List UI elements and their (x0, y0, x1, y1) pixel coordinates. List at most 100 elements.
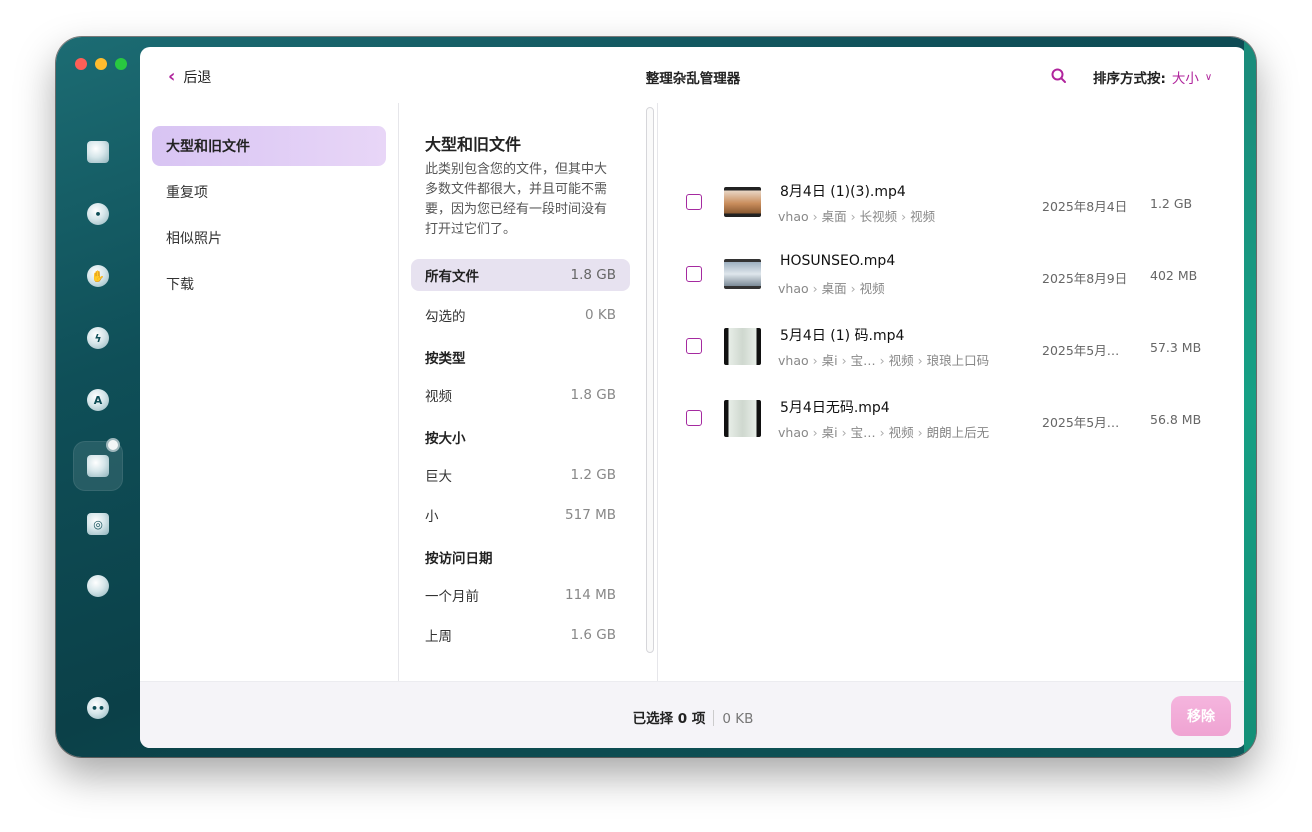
filter-checked[interactable]: 勾选的 0 KB (411, 299, 630, 331)
notification-dot (106, 438, 120, 452)
filter-label: 勾选的 (425, 309, 466, 325)
file-name: 5月4日 (1) 码.mp4 (780, 328, 905, 344)
filter-small[interactable]: 小 517 MB (411, 499, 630, 531)
filter-last-week[interactable]: 上周 1.6 GB (411, 619, 630, 651)
file-row[interactable]: 8月4日 (1)(3).mp4 vhao › 桌面 › 长视频 › 视频 2025年8月4日… (659, 166, 1246, 238)
filter-size: 1.2 GB (570, 467, 616, 483)
zoom-window-button[interactable] (115, 58, 127, 70)
filter-label: 一个月前 (425, 589, 479, 605)
cloud-icon (87, 575, 109, 597)
sidebar-item-system-junk[interactable] (73, 127, 123, 177)
file-name: 8月4日 (1)(3).mp4 (780, 184, 906, 200)
back-button[interactable]: ‹ 后退 (168, 67, 211, 87)
file-row[interactable]: HOSUNSEO.mp4 vhao › 桌面 › 视频 2025年8月9日 402 MB (659, 238, 1246, 310)
video-thumbnail (724, 187, 761, 217)
app-window: • ✋ ϟ A ◎ •• ‹ 后退 整理杂乱管理器 排序方式按: 大小 ∨ 大型… (56, 37, 1256, 757)
sort-dropdown[interactable]: 排序方式按: 大小 ∨ (1093, 67, 1212, 87)
applications-icon: A (87, 389, 109, 411)
sidebar-item-space-lens[interactable]: ◎ (73, 499, 123, 549)
category-label: 相似照片 (166, 231, 222, 247)
window-controls (75, 58, 127, 70)
remove-button[interactable]: 移除 (1171, 696, 1231, 736)
assistant-icon: •• (87, 697, 109, 719)
selected-count: 已选择 0 项 (632, 711, 706, 727)
close-window-button[interactable] (75, 58, 87, 70)
file-path: vhao › 桌面 › 视频 (778, 281, 885, 296)
sidebar-item-cloud[interactable] (73, 561, 123, 611)
bottom-bar: 已选择 0 项 0 KB 移除 (140, 681, 1246, 748)
selection-summary: 已选择 0 项 0 KB (140, 707, 1246, 727)
file-checkbox[interactable] (686, 410, 702, 426)
filter-all-files[interactable]: 所有文件 1.8 GB (411, 259, 630, 291)
file-date: 2025年8月4日 (1042, 199, 1128, 214)
file-row[interactable]: 5月4日无码.mp4 vhao › 桌i › 宝… › 视频 › 朗朗上后无 2025年5月… … (659, 382, 1246, 454)
category-label: 重复项 (166, 185, 208, 201)
file-name: 5月4日无码.mp4 (780, 400, 890, 416)
filter-size: 517 MB (565, 507, 616, 523)
video-thumbnail (724, 400, 761, 437)
file-path: vhao › 桌面 › 长视频 › 视频 (778, 209, 936, 224)
sidebar-item-protection[interactable]: • (73, 189, 123, 239)
chevron-down-icon: ∨ (1204, 71, 1213, 83)
file-size: 57.3 MB (1150, 340, 1202, 355)
speed-bolt-icon: ϟ (87, 327, 109, 349)
sidebar-item-clutter[interactable] (73, 438, 123, 491)
filter-scrollbar[interactable] (646, 107, 654, 653)
minimize-window-button[interactable] (95, 58, 107, 70)
file-checkbox[interactable] (686, 338, 702, 354)
file-date: 2025年5月… (1042, 415, 1120, 430)
sort-value: 大小 (1171, 71, 1199, 87)
back-label: 后退 (183, 70, 212, 86)
file-name: HOSUNSEO.mp4 (780, 253, 896, 269)
filter-huge[interactable]: 巨大 1.2 GB (411, 459, 630, 491)
file-path: vhao › 桌i › 宝… › 视频 › 朗朗上后无 (778, 425, 990, 440)
filter-heading-access: 按访问日期 (425, 551, 493, 567)
file-date: 2025年5月… (1042, 343, 1120, 358)
category-list: 大型和旧文件 重复项 相似照片 下载 (140, 103, 399, 681)
filter-label: 视频 (425, 389, 452, 405)
category-downloads[interactable]: 下载 (152, 264, 386, 304)
file-checkbox[interactable] (686, 266, 702, 282)
video-thumbnail (724, 328, 761, 365)
category-similar-photos[interactable]: 相似照片 (152, 218, 386, 258)
top-bar: ‹ 后退 整理杂乱管理器 排序方式按: 大小 ∨ (140, 47, 1246, 103)
filter-label: 所有文件 (425, 269, 479, 285)
page-title: 整理杂乱管理器 (645, 71, 741, 87)
filter-size: 0 KB (585, 307, 616, 323)
sidebar-item-privacy[interactable]: ✋ (73, 251, 123, 301)
category-label: 大型和旧文件 (166, 139, 250, 155)
file-date: 2025年8月9日 (1042, 271, 1128, 286)
file-checkbox[interactable] (686, 194, 702, 210)
section-title: 大型和旧文件 (425, 135, 522, 154)
sidebar-item-speed[interactable]: ϟ (73, 313, 123, 363)
filter-size: 1.6 GB (570, 627, 616, 643)
protection-icon: • (87, 203, 109, 225)
file-path: vhao › 桌i › 宝… › 视频 › 琅琅上口码 (778, 353, 990, 368)
filter-month-ago[interactable]: 一个月前 114 MB (411, 579, 630, 611)
filter-heading-size: 按大小 (425, 431, 466, 447)
file-row[interactable]: 5月4日 (1) 码.mp4 vhao › 桌i › 宝… › 视频 › 琅琅上口码 2025年… (659, 310, 1246, 382)
file-size: 56.8 MB (1150, 412, 1202, 427)
filter-label: 小 (425, 509, 439, 525)
filter-video[interactable]: 视频 1.8 GB (411, 379, 630, 411)
category-label: 下载 (166, 277, 194, 293)
search-icon[interactable] (1050, 67, 1068, 85)
filter-label: 巨大 (425, 469, 452, 485)
main-panel: ‹ 后退 整理杂乱管理器 排序方式按: 大小 ∨ 大型和旧文件 重复项 相似照片… (140, 47, 1246, 748)
system-junk-icon (87, 141, 109, 163)
clutter-folder-icon (87, 455, 109, 477)
video-thumbnail (724, 259, 761, 289)
selected-size: 0 KB (722, 711, 754, 727)
filter-size: 1.8 GB (570, 267, 616, 283)
space-lens-icon: ◎ (87, 513, 109, 535)
filter-label: 上周 (425, 629, 452, 645)
sidebar-item-applications[interactable]: A (73, 375, 123, 425)
sidebar-item-assistant[interactable]: •• (73, 683, 123, 733)
privacy-hand-icon: ✋ (87, 265, 109, 287)
filter-size: 114 MB (565, 587, 616, 603)
filter-size: 1.8 GB (570, 387, 616, 403)
category-large-old-files[interactable]: 大型和旧文件 (152, 126, 386, 166)
sort-label: 排序方式按: (1093, 71, 1166, 87)
chevron-left-icon: ‹ (168, 66, 176, 87)
category-duplicates[interactable]: 重复项 (152, 172, 386, 212)
